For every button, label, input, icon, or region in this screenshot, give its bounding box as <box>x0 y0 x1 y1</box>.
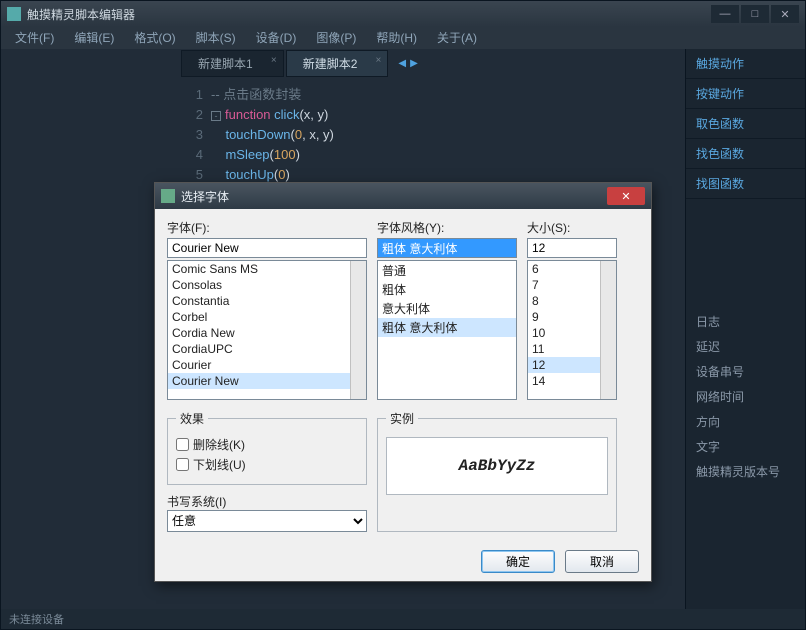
sample-preview: AaBbYyZz <box>386 437 608 495</box>
font-label: 字体(F): <box>167 219 367 236</box>
list-option[interactable]: Consolas <box>168 277 366 293</box>
list-option[interactable]: CordiaUPC <box>168 341 366 357</box>
dialog-icon <box>161 189 175 203</box>
style-input[interactable] <box>377 238 517 258</box>
font-input[interactable] <box>167 238 367 258</box>
list-option[interactable]: 粗体 <box>378 280 516 299</box>
style-listbox[interactable]: 普通粗体意大利体粗体 意大利体 <box>377 260 517 400</box>
dialog-titlebar: 选择字体 ✕ <box>155 183 651 209</box>
strikeout-label: 删除线(K) <box>193 436 245 453</box>
dialog-title: 选择字体 <box>181 188 607 205</box>
list-option[interactable]: Corbel <box>168 309 366 325</box>
list-option[interactable]: 意大利体 <box>378 299 516 318</box>
writing-system-label: 书写系统(I) <box>167 495 226 509</box>
font-listbox[interactable]: Comic Sans MSConsolasConstantiaCorbelCor… <box>167 260 367 400</box>
list-option[interactable]: 普通 <box>378 261 516 280</box>
sample-legend: 实例 <box>386 410 418 427</box>
list-option[interactable]: Courier New <box>168 373 366 389</box>
underline-label: 下划线(U) <box>193 456 246 473</box>
font-dialog: 选择字体 ✕ 字体(F): Comic Sans MSConsolasConst… <box>154 182 652 582</box>
list-option[interactable]: Comic Sans MS <box>168 261 366 277</box>
strikeout-checkbox[interactable] <box>176 438 189 451</box>
sample-group: 实例 AaBbYyZz <box>377 410 617 532</box>
style-label: 字体风格(Y): <box>377 219 517 236</box>
ok-button[interactable]: 确定 <box>481 550 555 573</box>
effects-legend: 效果 <box>176 410 208 427</box>
scrollbar[interactable] <box>350 261 366 399</box>
size-input[interactable] <box>527 238 617 258</box>
list-option[interactable]: Cordia New <box>168 325 366 341</box>
size-label: 大小(S): <box>527 219 617 236</box>
size-listbox[interactable]: 678910111214 <box>527 260 617 400</box>
effects-group: 效果 删除线(K) 下划线(U) <box>167 410 367 485</box>
writing-system-select[interactable]: 任意 <box>167 510 367 532</box>
cancel-button[interactable]: 取消 <box>565 550 639 573</box>
dialog-backdrop: 选择字体 ✕ 字体(F): Comic Sans MSConsolasConst… <box>0 0 806 630</box>
scrollbar[interactable] <box>600 261 616 399</box>
list-option[interactable]: Courier <box>168 357 366 373</box>
dialog-close-button[interactable]: ✕ <box>607 187 645 205</box>
list-option[interactable]: Constantia <box>168 293 366 309</box>
list-option[interactable]: 粗体 意大利体 <box>378 318 516 337</box>
underline-checkbox[interactable] <box>176 458 189 471</box>
